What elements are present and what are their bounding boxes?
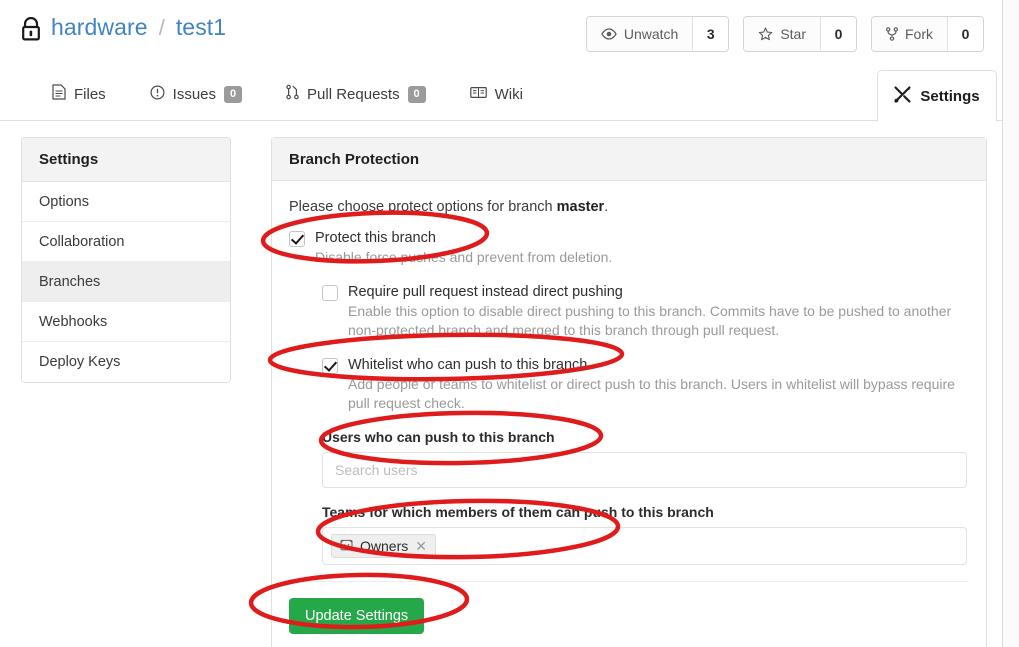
sidebar-item-collaboration[interactable]: Collaboration [22,222,230,262]
fork-label: Fork [905,26,933,42]
close-icon[interactable]: ✕ [415,539,427,553]
repo-header: hardware / test1 Unwatch 3 Star 0 Fork 0 [0,0,1002,68]
scrollbar-gutter[interactable] [1003,0,1019,647]
git-pull-request-icon [286,84,299,104]
teams-tag-input[interactable]: Owners ✕ [322,527,967,565]
unwatch-label: Unwatch [623,26,679,42]
fork-button[interactable]: Fork [872,17,947,51]
repo-owner-link[interactable]: hardware [51,14,148,41]
book-icon [469,86,487,103]
settings-sidebar: Settings Options Collaboration Branches … [21,137,231,383]
sidebar-item-options[interactable]: Options [22,182,230,222]
protect-branch-label: Protect this branch [315,230,436,246]
require-pull-request-checkbox[interactable] [322,285,338,301]
intro-suffix: . [604,199,609,215]
panel-title: Branch Protection [272,138,986,181]
sidebar-item-webhooks[interactable]: Webhooks [22,302,230,342]
tab-pull-requests[interactable]: Pull Requests 0 [264,68,448,120]
teams-whitelist-field: Teams for which members of them can push… [322,504,969,565]
star-label: Star [780,26,806,42]
fork-button-group[interactable]: Fork 0 [871,16,984,52]
option-protect-branch: Protect this branch Disable force pushes… [289,229,969,267]
breadcrumb-separator: / [158,14,165,40]
require-pull-request-label: Require pull request instead direct push… [348,284,623,300]
team-tag-label: Owners [360,538,409,554]
whitelist-push-help: Add people or teams to whitelist or dire… [348,376,955,411]
panel-footer: Update Settings [289,582,969,647]
page-root: hardware / test1 Unwatch 3 Star 0 Fork 0… [0,0,1019,647]
tab-settings[interactable]: Settings [877,70,997,122]
whitelist-push-checkbox[interactable] [322,358,338,374]
whitelist-push-label: Whitelist who can push to this branch [348,357,588,373]
breadcrumb: hardware / test1 [20,14,226,41]
sidebar-item-deploy-keys[interactable]: Deploy Keys [22,342,230,382]
star-button[interactable]: Star [744,17,820,51]
tab-wiki[interactable]: Wiki [448,68,545,120]
intro-branch-name: master [556,199,605,215]
fork-count: 0 [947,17,983,51]
unwatch-button-group[interactable]: Unwatch 3 [585,16,730,52]
repo-actions: Unwatch 3 Star 0 Fork 0 [585,16,984,52]
tab-pull-requests-badge: 0 [407,85,426,103]
eye-icon [601,28,617,40]
star-icon [758,27,773,41]
organization-icon [340,538,353,554]
tools-icon [894,85,911,107]
unwatch-count: 3 [692,17,729,51]
tab-files[interactable]: Files [30,68,128,120]
lock-icon [20,15,42,41]
branch-protection-panel: Branch Protection Please choose protect … [271,137,987,647]
intro-prefix: Please choose protect options for branch [289,199,557,215]
team-tag-owners[interactable]: Owners ✕ [331,534,436,558]
update-settings-button[interactable]: Update Settings [289,598,425,634]
option-require-pull-request: Require pull request instead direct push… [322,283,969,340]
sidebar-title: Settings [22,138,230,182]
unwatch-button[interactable]: Unwatch [586,17,693,51]
protect-branch-checkbox[interactable] [289,231,305,247]
star-count: 0 [820,17,856,51]
panel-body: Please choose protect options for branch… [272,181,986,647]
tab-issues-label: Issues [172,85,217,103]
tab-files-label: Files [74,85,106,103]
issue-opened-icon [150,84,165,104]
teams-whitelist-label: Teams for which members of them can push… [322,504,714,520]
tab-issues-badge: 0 [224,85,243,103]
tab-pull-requests-label: Pull Requests [307,85,400,103]
tab-issues[interactable]: Issues 0 [128,68,264,120]
fork-icon [886,27,898,41]
repo-nav: Files Issues 0 Pull Requests 0 Wiki [0,68,1002,121]
users-search-placeholder: Search users [335,462,418,478]
users-whitelist-label: Users who can push to this branch [322,429,555,445]
tab-settings-label: Settings [920,87,980,105]
users-whitelist-field: Users who can push to this branch Search… [322,429,969,488]
require-pull-request-help: Enable this option to disable direct pus… [348,303,952,338]
repo-name-link[interactable]: test1 [176,14,226,41]
sidebar-item-branches[interactable]: Branches [22,262,230,302]
protect-branch-help: Disable force pushes and prevent from de… [315,249,613,265]
users-search-input[interactable]: Search users [322,452,967,488]
tab-wiki-label: Wiki [494,85,523,103]
intro-text: Please choose protect options for branch… [289,199,969,215]
star-button-group[interactable]: Star 0 [743,16,857,52]
option-whitelist-push: Whitelist who can push to this branch Ad… [322,356,969,413]
file-icon [52,84,66,104]
